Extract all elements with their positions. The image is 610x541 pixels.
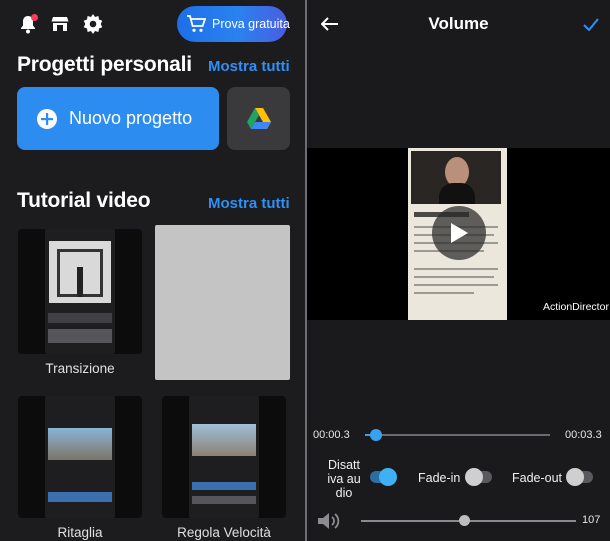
notification-badge: [31, 14, 38, 21]
cart-icon: [186, 15, 206, 33]
google-drive-button[interactable]: [227, 87, 290, 150]
fade-in-label: Fade-in: [418, 471, 461, 485]
google-drive-icon: [246, 108, 271, 129]
free-trial-button[interactable]: Prova gratuita: [177, 6, 290, 42]
tutorials-title: Tutorial video: [17, 189, 151, 212]
store-icon[interactable]: [50, 14, 70, 34]
mute-audio-text: Disattiva audio: [327, 458, 361, 500]
video-frame: [49, 241, 111, 303]
speaker-icon: [317, 510, 341, 532]
timeline-handle[interactable]: [370, 429, 383, 441]
tutorial-label: Transizione: [45, 361, 115, 376]
toggle-knob: [465, 468, 483, 486]
fade-in-toggle[interactable]: [465, 468, 492, 486]
projects-see-all-link[interactable]: Mostra tutti: [208, 58, 290, 75]
fade-out-label: Fade-out: [512, 471, 563, 485]
mute-audio-label: Disattiva audio: [327, 458, 361, 500]
volume-value: 107: [582, 514, 601, 526]
toggle-knob: [379, 468, 397, 486]
free-trial-label: Prova gratuita: [212, 17, 290, 31]
tutorial-thumbnail-trim[interactable]: [18, 396, 142, 518]
new-project-button[interactable]: Nuovo progetto: [17, 87, 219, 150]
watermark: ActionDirector: [543, 301, 609, 313]
checkmark-icon[interactable]: [580, 13, 602, 35]
tutorial-thumbnail-transition[interactable]: [18, 229, 142, 354]
tutorial-thumbnail-speed[interactable]: [162, 396, 286, 518]
plus-circle-icon: [36, 108, 58, 130]
volume-handle[interactable]: [458, 515, 470, 526]
timeline-start-time: 00:00.3: [313, 429, 350, 441]
tutorial-label: Regola Velocità: [177, 525, 271, 540]
screen-title: Volume: [428, 14, 489, 33]
toggle-knob: [566, 468, 584, 486]
play-button[interactable]: [432, 206, 486, 260]
mute-audio-toggle[interactable]: [370, 468, 397, 486]
screenshot-root: Prova gratuita Progetti personali Mostra…: [0, 0, 610, 541]
timeline-end-time: 00:03.3: [565, 429, 602, 441]
projects-title: Progetti personali: [17, 53, 192, 76]
video-frame: [48, 428, 112, 460]
video-frame: [192, 424, 256, 456]
new-project-label: Nuovo progetto: [69, 108, 193, 128]
gear-icon[interactable]: [82, 13, 104, 35]
fade-out-toggle[interactable]: [566, 468, 593, 486]
volume-screen: Volume ActionDirector 00:00.3 00:03.3 Di…: [307, 0, 610, 541]
tutorial-label: Ritaglia: [57, 525, 103, 540]
phone-frame: [45, 396, 115, 518]
tutorial-thumbnail-placeholder[interactable]: [155, 225, 290, 380]
timeline-slider[interactable]: [365, 434, 550, 436]
tutorials-see-all-link[interactable]: Mostra tutti: [208, 195, 290, 212]
home-screen: Prova gratuita Progetti personali Mostra…: [0, 0, 305, 541]
phone-frame: [45, 229, 115, 354]
phone-frame: [189, 396, 259, 518]
play-icon: [449, 222, 469, 244]
